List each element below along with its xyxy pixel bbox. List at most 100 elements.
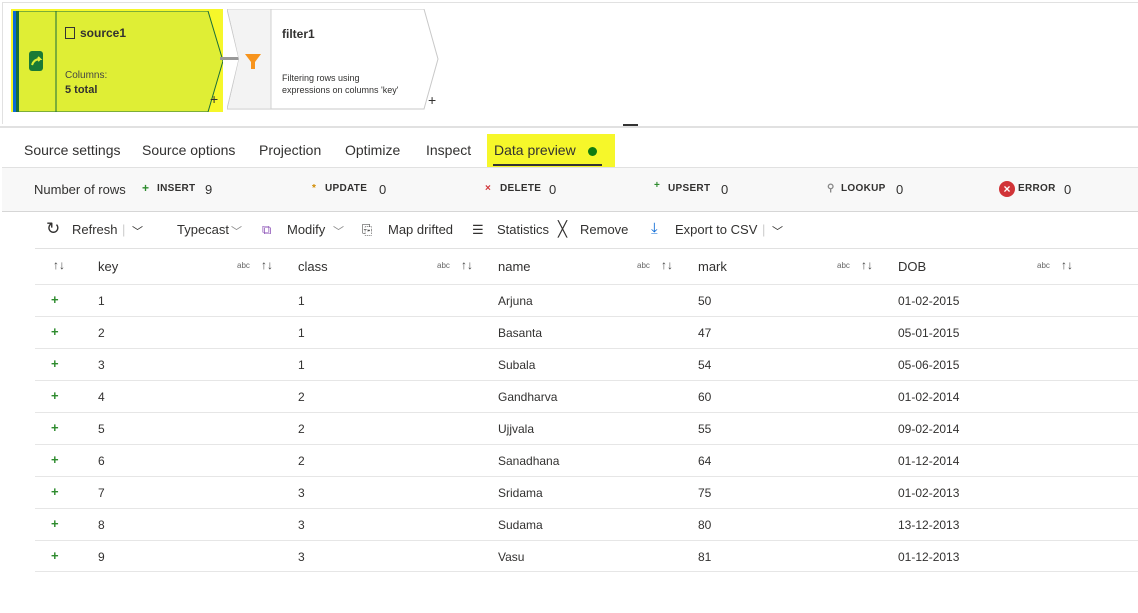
export-csv-button[interactable]: Export to CSV (675, 222, 757, 237)
insert-row-icon: + (51, 484, 59, 499)
cell-dob: 09-02-2014 (898, 422, 960, 436)
cell-name: Sridama (498, 486, 543, 500)
tab-bar: Source settings Source options Projectio… (0, 126, 1138, 170)
update-label: UPDATE (325, 183, 368, 194)
upsert-icon: + (654, 180, 661, 191)
add-after-filter-button[interactable]: + (428, 92, 436, 108)
cell-mark: 75 (698, 486, 712, 500)
sort-icon[interactable]: ↑↓ (261, 258, 273, 272)
cell-mark: 80 (698, 518, 712, 532)
column-header-name[interactable]: name (498, 259, 531, 274)
cell-class: 1 (298, 326, 305, 340)
export-dropdown-chevron-icon[interactable]: ﹀ (772, 223, 783, 239)
number-of-rows-label: Number of rows (34, 182, 126, 197)
active-tab-underline (493, 164, 602, 166)
type-label: abc (1037, 261, 1050, 270)
status-dot-icon (588, 147, 597, 156)
statistics-button[interactable]: Statistics (497, 222, 549, 237)
delete-label: DELETE (500, 183, 542, 194)
cell-name: Ujjvala (498, 422, 535, 436)
cell-dob: 05-01-2015 (898, 326, 960, 340)
columns-label: Columns: (65, 70, 108, 81)
tab-data-preview-label: Data preview (494, 142, 576, 158)
cell-mark: 60 (698, 390, 712, 404)
remove-button[interactable]: Remove (580, 222, 628, 237)
sort-icon[interactable]: ↑↓ (461, 258, 473, 272)
refresh-dropdown-chevron-icon[interactable]: ﹀ (132, 223, 143, 239)
cell-dob: 01-02-2014 (898, 390, 960, 404)
insert-row-icon: + (51, 388, 59, 403)
filter-description-2: expressions on columns 'key' (282, 85, 399, 95)
sort-icon[interactable]: ↑↓ (661, 258, 673, 272)
cell-key: 6 (98, 454, 105, 468)
tab-inspect[interactable]: Inspect (426, 142, 471, 158)
column-header-dob[interactable]: DOB (898, 259, 926, 274)
cell-class: 2 (298, 390, 305, 404)
column-header-mark[interactable]: mark (698, 259, 727, 274)
map-drifted-icon: ⎘ (362, 222, 373, 237)
filter-title[interactable]: filter1 (282, 27, 315, 41)
type-label: abc (837, 261, 850, 270)
cell-key: 3 (98, 358, 105, 372)
row-sort-icon[interactable]: ↑↓ (53, 258, 65, 272)
insert-row-icon: + (51, 516, 59, 531)
cell-key: 5 (98, 422, 105, 436)
table-row: +3 1 Subala 54 05-06-2015 (35, 348, 1138, 380)
cell-class: 3 (298, 486, 305, 500)
insert-row-icon: + (51, 356, 59, 371)
tab-source-options[interactable]: Source options (142, 142, 235, 158)
insert-row-icon: + (51, 452, 59, 467)
add-after-source-button[interactable]: + (210, 91, 218, 107)
table-row: +9 3 Vasu 81 01-12-2013 (35, 540, 1138, 572)
insert-row-icon: + (51, 292, 59, 307)
modify-button[interactable]: Modify (287, 222, 325, 237)
row-stats-bar: Number of rows + INSERT 9 * UPDATE 0 × D… (2, 167, 1138, 212)
cell-class: 2 (298, 454, 305, 468)
upsert-label: UPSERT (668, 183, 711, 194)
cell-key: 8 (98, 518, 105, 532)
type-label: abc (637, 261, 650, 270)
cell-mark: 55 (698, 422, 712, 436)
cell-class: 3 (298, 550, 305, 564)
source-title[interactable]: source1 (80, 26, 126, 40)
delete-icon: × (485, 183, 492, 194)
insert-row-icon: + (51, 324, 59, 339)
cell-class: 3 (298, 518, 305, 532)
table-row: +8 3 Sudama 80 13-12-2013 (35, 508, 1138, 540)
table-row: +6 2 Sanadhana 64 01-12-2014 (35, 444, 1138, 476)
table-row: +2 1 Basanta 47 05-01-2015 (35, 316, 1138, 348)
insert-label: INSERT (157, 183, 196, 194)
pipeline-canvas: source1 Columns: 5 total + filter1 Filte… (2, 2, 1138, 124)
cell-mark: 47 (698, 326, 712, 340)
cell-class: 1 (298, 358, 305, 372)
cell-name: Gandharva (498, 390, 558, 404)
tab-data-preview[interactable]: Data preview (487, 134, 615, 170)
type-label: abc (237, 261, 250, 270)
refresh-button[interactable]: Refresh (72, 222, 118, 237)
tab-source-settings[interactable]: Source settings (24, 142, 121, 158)
tab-optimize[interactable]: Optimize (345, 142, 400, 158)
tab-projection[interactable]: Projection (259, 142, 321, 158)
cell-dob: 01-12-2014 (898, 454, 960, 468)
upsert-count: 0 (721, 182, 729, 197)
filter-description-1: Filtering rows using (282, 73, 360, 83)
lookup-count: 0 (896, 182, 904, 197)
cell-mark: 50 (698, 294, 712, 308)
map-drifted-button[interactable]: Map drifted (388, 222, 453, 237)
table-row: +1 1 Arjuna 50 01-02-2015 (35, 284, 1138, 316)
cell-key: 2 (98, 326, 105, 340)
cell-key: 1 (98, 294, 105, 308)
sort-icon[interactable]: ↑↓ (861, 258, 873, 272)
typecast-button[interactable]: Typecast (177, 222, 229, 237)
cell-key: 7 (98, 486, 105, 500)
column-header-class[interactable]: class (298, 259, 328, 274)
refresh-icon[interactable]: ↻ (46, 219, 60, 239)
cell-key: 4 (98, 390, 105, 404)
cell-name: Basanta (498, 326, 543, 340)
cell-dob: 01-02-2015 (898, 294, 960, 308)
cell-name: Sudama (498, 518, 543, 532)
column-header-key[interactable]: key (98, 259, 118, 274)
sort-icon[interactable]: ↑↓ (1061, 258, 1073, 272)
error-icon: × (999, 181, 1015, 197)
divider: | (122, 222, 126, 237)
